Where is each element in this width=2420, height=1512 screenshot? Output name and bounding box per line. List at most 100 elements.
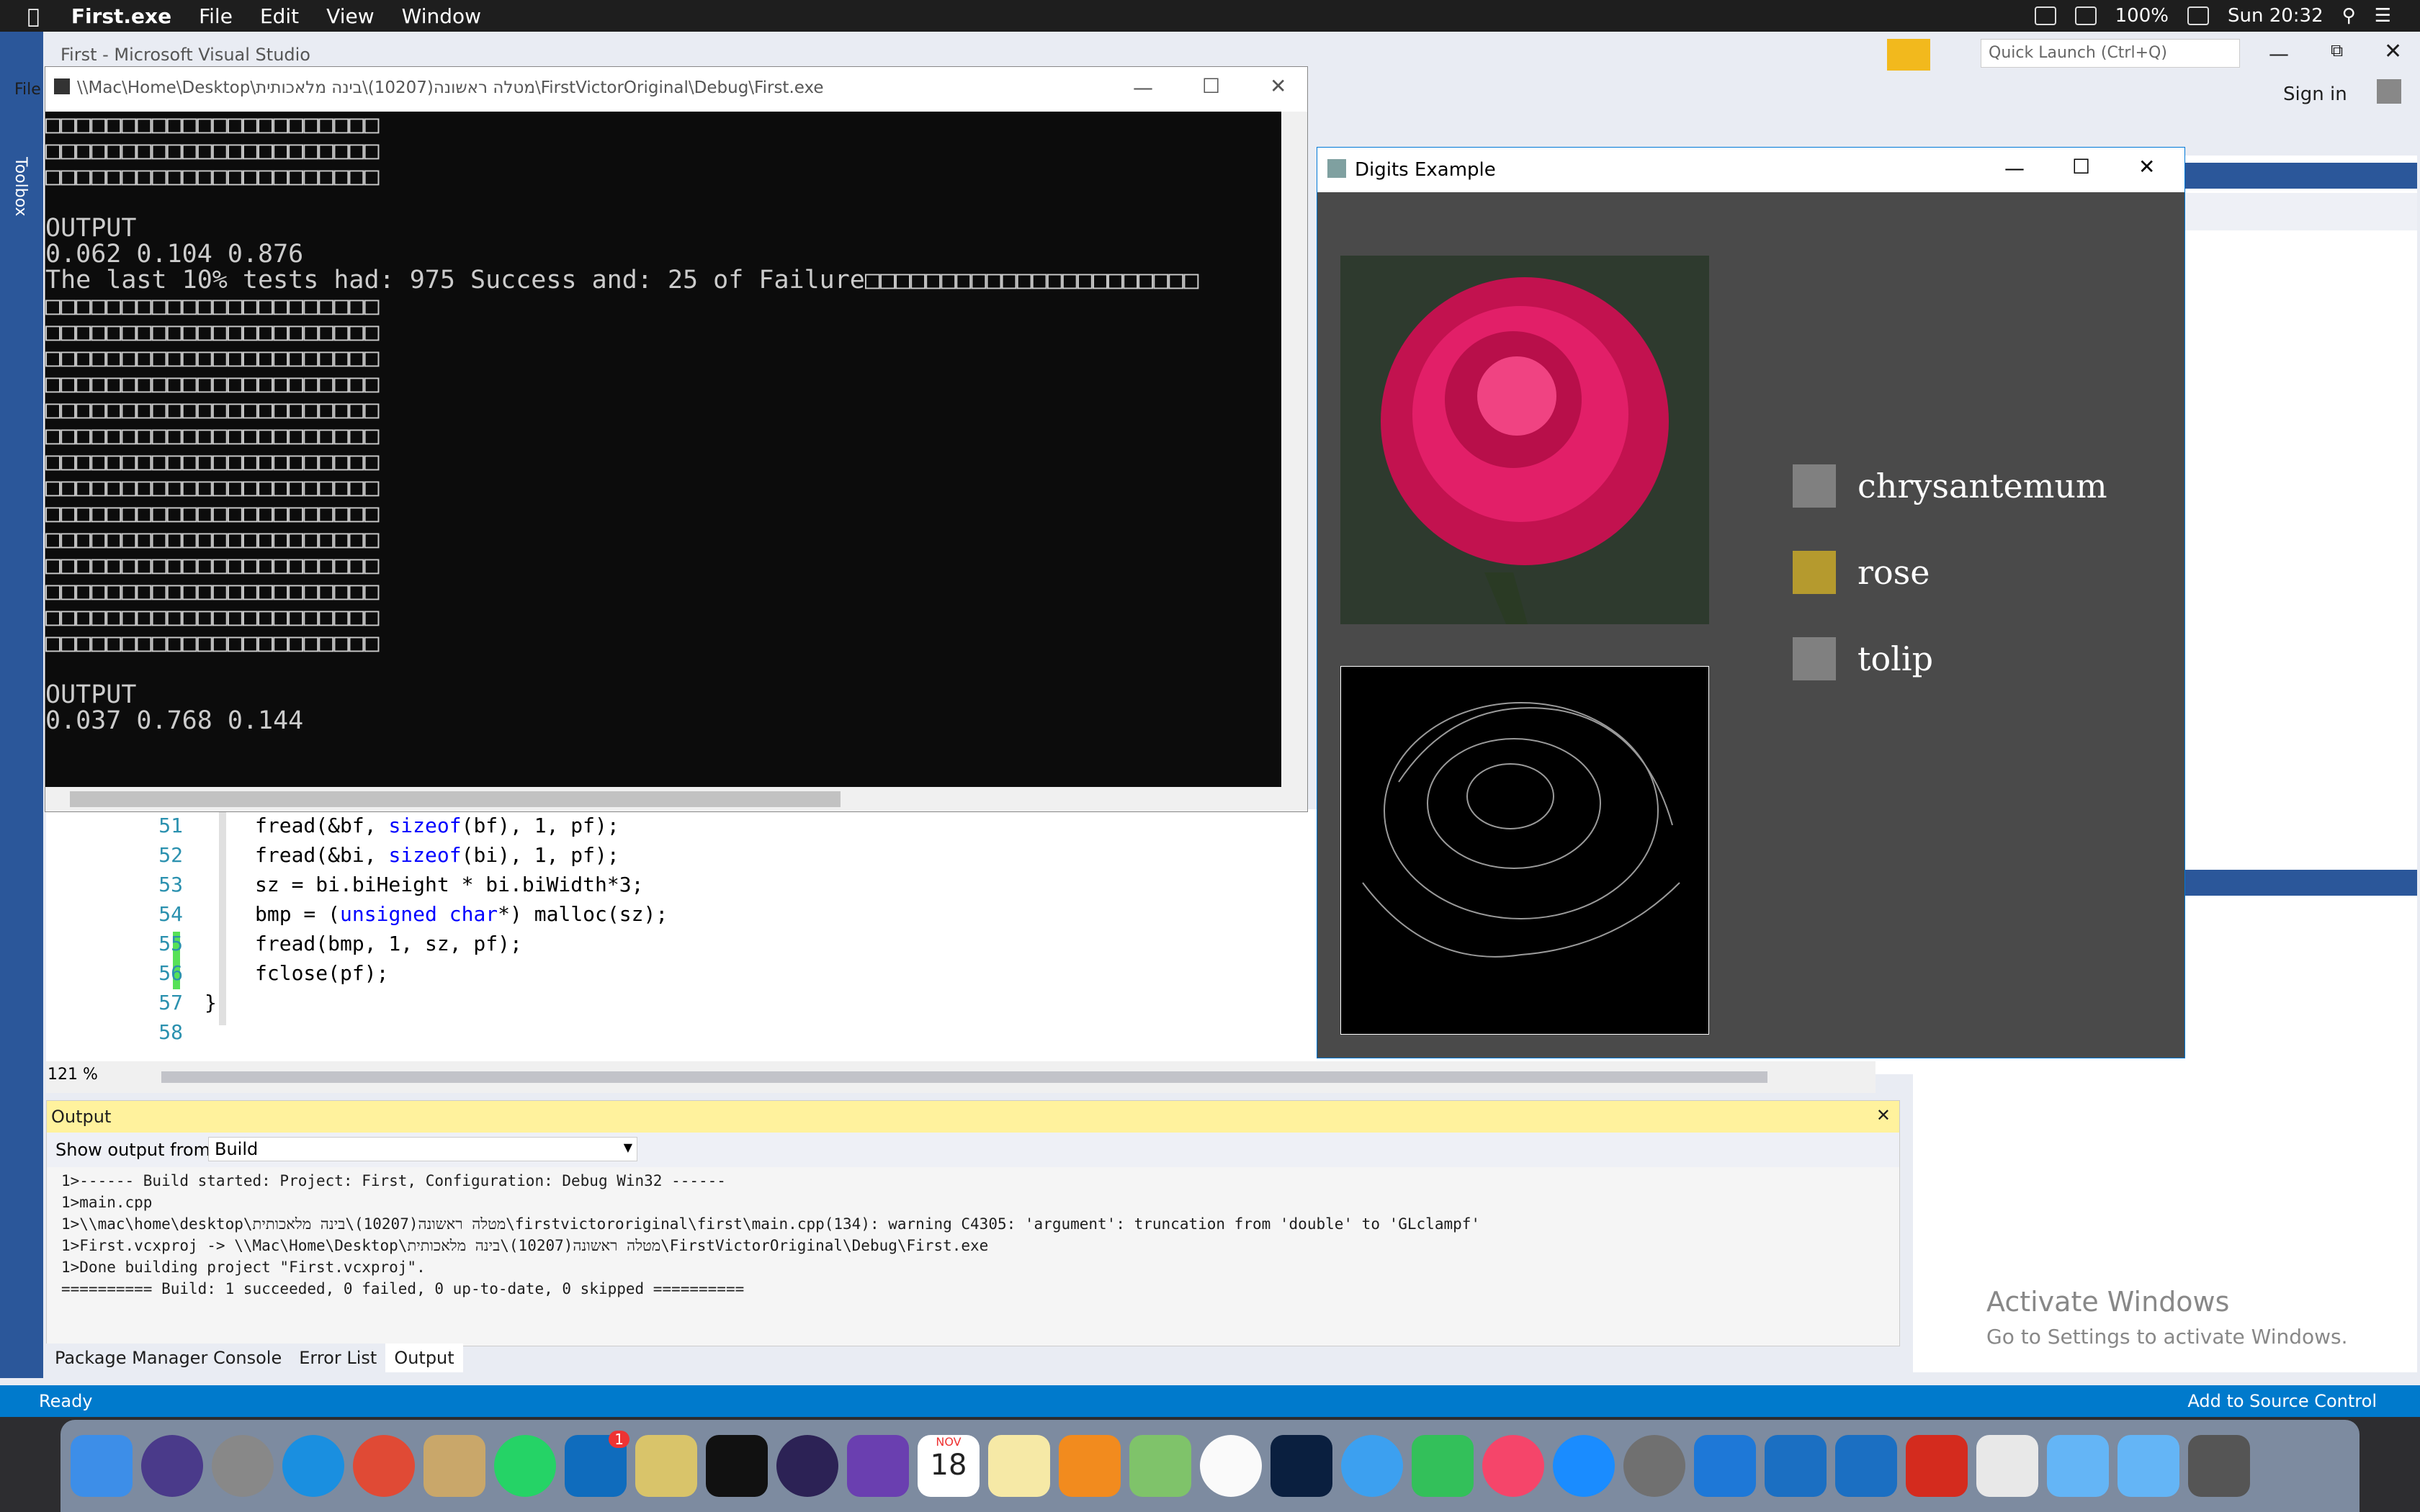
- minimize-button[interactable]: —: [2269, 42, 2289, 66]
- folder-icon[interactable]: [2118, 1435, 2179, 1497]
- restore-button[interactable]: ⧉: [2331, 40, 2343, 60]
- menu-view[interactable]: View: [326, 4, 374, 28]
- notes-icon[interactable]: [988, 1435, 1050, 1497]
- console-vertical-scrollbar[interactable]: [1281, 112, 1307, 788]
- photos-icon[interactable]: [1200, 1435, 1262, 1497]
- toolbox-tab[interactable]: Toolbox: [12, 157, 30, 217]
- pane-header: [2184, 163, 2417, 189]
- finder-icon[interactable]: [71, 1435, 133, 1497]
- launchpad-icon[interactable]: [212, 1435, 274, 1497]
- preview-icon[interactable]: [424, 1435, 485, 1497]
- output-close-icon[interactable]: ✕: [1876, 1105, 1891, 1125]
- app-store-icon[interactable]: [1553, 1435, 1615, 1497]
- pycharm-icon[interactable]: [706, 1435, 768, 1497]
- code-text: sz = bi.biHeight * bi.biWidth*3;: [255, 873, 644, 896]
- output-header: Output ✕: [47, 1101, 1899, 1133]
- outlook-icon[interactable]: 1: [565, 1431, 629, 1497]
- code-text: (bf), 1, pf);: [461, 814, 619, 837]
- siri-icon[interactable]: [141, 1435, 203, 1497]
- rose-image: [1340, 256, 1709, 624]
- tab-package-manager[interactable]: Package Manager Console: [46, 1344, 291, 1372]
- console-output: □□□□□□□□□□□□□□□□□□□□□□ □□□□□□□□□□□□□□□□□…: [45, 112, 1199, 735]
- filter-icon[interactable]: [1887, 39, 1930, 71]
- quick-launch-input[interactable]: Quick Launch (Ctrl+Q): [1981, 39, 2240, 68]
- clock[interactable]: Sun 20:32: [2228, 5, 2323, 27]
- applications-folder-icon[interactable]: [2047, 1435, 2109, 1497]
- console-scroll-thumb[interactable]: [70, 791, 841, 807]
- output-toolbar: Show output from: Build ▼: [47, 1133, 1899, 1167]
- activate-windows-sub: Go to Settings to activate Windows.: [1986, 1325, 2348, 1349]
- input-source-icon[interactable]: [2187, 6, 2209, 25]
- console-minimize-button[interactable]: —: [1133, 76, 1153, 99]
- menu-edit[interactable]: Edit: [260, 4, 299, 28]
- control-center-icon[interactable]: ☰: [2375, 5, 2391, 27]
- messages-icon[interactable]: [1341, 1435, 1403, 1497]
- spotlight-icon[interactable]: ⚲: [2342, 5, 2356, 27]
- menu-file[interactable]: File: [199, 4, 233, 28]
- vlc-icon[interactable]: [1059, 1435, 1121, 1497]
- status-icons: 100% Sun 20:32 ⚲ ☰: [2034, 0, 2391, 32]
- windows-start-icon[interactable]: [1694, 1435, 1756, 1497]
- python-launcher-icon[interactable]: [635, 1435, 697, 1497]
- vs-title: First - Microsoft Visual Studio: [60, 45, 310, 65]
- sign-in-link[interactable]: Sign in: [2283, 84, 2347, 105]
- code-text: fread(bmp, 1, sz, pf);: [255, 932, 522, 955]
- whatsapp-icon[interactable]: [494, 1435, 556, 1497]
- line-number: 54: [158, 902, 183, 926]
- console-maximize-button[interactable]: ☐: [1202, 74, 1220, 98]
- tab-output[interactable]: Output: [385, 1344, 463, 1372]
- output-source-select[interactable]: Build ▼: [208, 1137, 637, 1161]
- status-bar: Ready Add to Source Control: [0, 1385, 2420, 1417]
- maps-icon[interactable]: [1129, 1435, 1191, 1497]
- account-icon[interactable]: [2377, 79, 2401, 104]
- console-horizontal-scrollbar[interactable]: [45, 787, 1307, 811]
- windows-app-icon-2[interactable]: [1835, 1435, 1897, 1497]
- menu-window[interactable]: Window: [402, 4, 481, 28]
- wifi-icon[interactable]: [2034, 6, 2056, 25]
- visual-studio-icon[interactable]: [847, 1435, 909, 1497]
- calendar-icon[interactable]: NOV 18: [918, 1435, 980, 1497]
- line-number: 55: [158, 932, 183, 955]
- volume-icon[interactable]: [2074, 6, 2097, 25]
- digits-close-button[interactable]: ✕: [2138, 155, 2155, 179]
- code-text: fread(&bi,: [255, 843, 389, 867]
- eclipse-icon[interactable]: [776, 1435, 838, 1497]
- photoshop-icon[interactable]: [1270, 1435, 1332, 1497]
- legend-label: chrysantemum: [1857, 467, 2107, 505]
- digits-maximize-button[interactable]: ☐: [2072, 155, 2090, 179]
- digits-window[interactable]: Digits Example — ☐ ✕ chrysantemum rose t…: [1317, 147, 2185, 1058]
- code-text: *) malloc(sz);: [498, 902, 668, 926]
- app-menu[interactable]: First.exe: [71, 4, 171, 28]
- editor-bottom-bar: 121 %: [46, 1061, 1876, 1093]
- apple-icon[interactable]: : [27, 4, 40, 28]
- facetime-icon[interactable]: [1412, 1435, 1474, 1497]
- code-line: }: [205, 991, 217, 1014]
- menu-file-vs[interactable]: File: [14, 81, 41, 99]
- trash-icon[interactable]: [2188, 1435, 2250, 1497]
- zoom-level[interactable]: 121 %: [48, 1066, 98, 1084]
- close-button[interactable]: ✕: [2384, 39, 2402, 64]
- outlook-badge: 1: [609, 1431, 629, 1448]
- output-line: 1>\\mac\home\desktop\מטלה ראשונה(10207)\…: [61, 1215, 1481, 1233]
- chrome-icon[interactable]: [353, 1435, 415, 1497]
- console-window[interactable]: \\Mac\Home\Desktop\מטלה ראשונה(10207)\בי…: [45, 66, 1308, 812]
- battery-percent[interactable]: 100%: [2115, 5, 2169, 27]
- document-icon[interactable]: [1976, 1435, 2038, 1497]
- safari-icon[interactable]: [282, 1435, 344, 1497]
- music-icon[interactable]: [1482, 1435, 1544, 1497]
- console-close-button[interactable]: ✕: [1270, 74, 1286, 98]
- windows-app-icon[interactable]: [1765, 1435, 1827, 1497]
- acrobat-icon[interactable]: [1906, 1435, 1968, 1497]
- horizontal-scrollbar[interactable]: [161, 1071, 1767, 1083]
- legend-item-chrysantemum: chrysantemum: [1793, 464, 2107, 508]
- output-line: 1>Done building project "First.vcxproj".: [61, 1259, 426, 1276]
- output-line: 1>main.cpp: [61, 1194, 153, 1211]
- output-title: Output: [51, 1107, 112, 1127]
- output-text: 1>------ Build started: Project: First, …: [61, 1170, 1480, 1300]
- legend-label: rose: [1857, 553, 1930, 592]
- source-control-button[interactable]: Add to Source Control: [2187, 1391, 2377, 1411]
- system-preferences-icon[interactable]: [1623, 1435, 1685, 1497]
- digits-minimize-button[interactable]: —: [2004, 156, 2025, 180]
- tab-error-list[interactable]: Error List: [290, 1344, 386, 1372]
- dock: 1 NOV 18: [60, 1420, 2360, 1512]
